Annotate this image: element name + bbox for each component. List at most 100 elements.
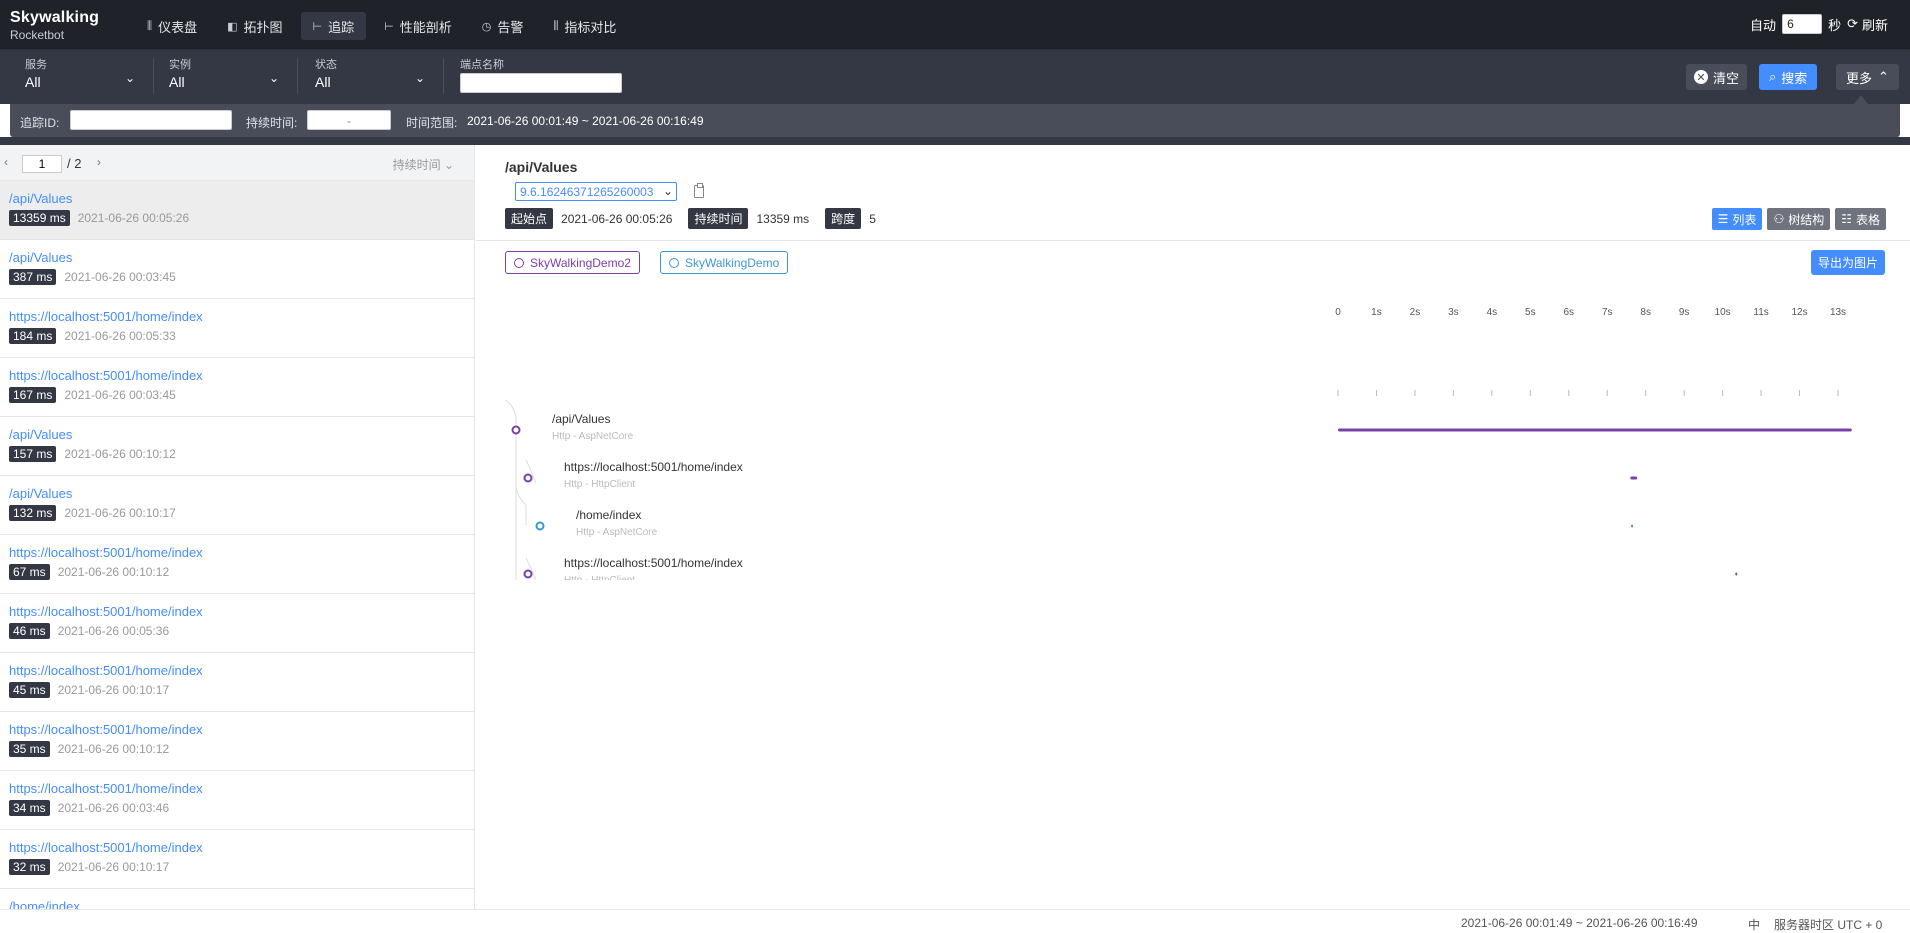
trace-list-item[interactable]: https://localhost:5001/home/index 32 ms 20… xyxy=(0,830,474,889)
span-type: Http - HttpClient xyxy=(564,575,635,580)
trace-timestamp: 2021-06-26 00:05:26 xyxy=(77,211,190,225)
alarm-icon: ◷ xyxy=(481,20,492,33)
timeline-tick-label: 8s xyxy=(1640,307,1651,318)
chevron-down-icon: ⌄ xyxy=(268,71,279,85)
trace-list-item[interactable]: https://localhost:5001/home/index 45 ms 20… xyxy=(0,653,474,712)
trace-id-select[interactable]: 9.6.16246371265260003 ⌄ xyxy=(515,182,677,201)
trace-list-item[interactable]: /api/Values 157 ms 2021-06-26 00:10:12 xyxy=(0,417,474,476)
profile-icon: ⊢ xyxy=(384,20,394,33)
clear-icon: ✕ xyxy=(1694,70,1708,84)
nav-item-5[interactable]: ⫼ 指标对比 xyxy=(541,12,628,40)
refresh-button[interactable]: ⟳ 刷新 xyxy=(1847,15,1888,34)
nav-menu: ⫼ 仪表盘 ◧ 拓扑图 ⊢ 追踪 ⊢ 性能剖析 ◷ 告警 ⫼ 指标对比 xyxy=(135,12,628,40)
trace-endpoint: https://localhost:5001/home/index xyxy=(9,722,203,737)
tree-icon: ⚇ xyxy=(1773,212,1785,226)
more-button[interactable]: 更多 ⌃ xyxy=(1836,64,1899,90)
advanced-filters: 追踪ID: 持续时间: - 时间范围: 2021-06-26 00:01:49 … xyxy=(10,104,1900,137)
trace-title: /api/Values xyxy=(505,159,578,175)
nav-item-0[interactable]: ⫼ 仪表盘 xyxy=(135,12,209,40)
nav-item-3[interactable]: ⊢ 性能剖析 xyxy=(372,12,464,40)
trace-timestamp: 2021-06-26 00:10:12 xyxy=(57,742,170,756)
trace-timestamp: 2021-06-26 00:10:17 xyxy=(57,860,170,874)
list-view-button[interactable]: ☰ 列表 xyxy=(1711,208,1763,230)
next-page-icon[interactable]: › xyxy=(97,155,101,169)
trace-list-item[interactable]: /home/index xyxy=(0,889,474,909)
instance-label: 实例 xyxy=(169,59,191,71)
dashboard-icon: ⫼ xyxy=(147,19,153,32)
status-value: All xyxy=(315,74,331,90)
brand-logo[interactable]: Skywalking Rocketbot xyxy=(10,9,99,42)
trace-duration-badge: 157 ms xyxy=(9,446,57,462)
language-toggle[interactable]: 中 xyxy=(1748,916,1760,933)
sort-select[interactable]: 持续时间 ⌄ xyxy=(393,156,454,173)
trace-id-value: 9.6.16246371265260003 xyxy=(520,185,654,199)
trace-list-item[interactable]: /api/Values 132 ms 2021-06-26 00:10:17 xyxy=(0,476,474,535)
endpoint-input[interactable] xyxy=(460,73,622,93)
trace-meta: 67 ms 2021-06-26 00:10:12 xyxy=(9,564,465,580)
service-legend-demo2[interactable]: SkyWalkingDemo2 xyxy=(505,251,640,274)
timeline-tick-label: 11s xyxy=(1753,307,1768,318)
trace-list-item[interactable]: https://localhost:5001/home/index 184 ms 2… xyxy=(0,299,474,358)
status-select[interactable]: 状态 All ⌄ xyxy=(315,56,425,98)
trace-list-item[interactable]: https://localhost:5001/home/index 34 ms 20… xyxy=(0,771,474,830)
trace-timestamp: 2021-06-26 00:10:17 xyxy=(57,683,170,697)
instance-select[interactable]: 实例 All ⌄ xyxy=(169,56,279,98)
prev-page-icon[interactable]: ‹ xyxy=(4,155,8,169)
span-bar xyxy=(1735,572,1738,576)
service-legend-demo[interactable]: SkyWalkingDemo xyxy=(660,251,789,274)
trace-meta: 起始点 2021-06-26 00:05:26 持续时间 13359 ms 跨度… xyxy=(505,208,876,229)
search-button[interactable]: ⌕ 搜索 xyxy=(1759,64,1818,90)
trace-id-input[interactable] xyxy=(70,110,232,130)
span-type: Http - HttpClient xyxy=(564,479,635,490)
nav-item-4[interactable]: ◷ 告警 xyxy=(470,12,536,40)
nav-item-label: 拓扑图 xyxy=(243,19,283,35)
trace-endpoint: https://localhost:5001/home/index xyxy=(9,545,203,560)
timeline-tick-label: 4s xyxy=(1487,307,1498,318)
trace-list-item[interactable]: /api/Values 387 ms 2021-06-26 00:03:45 xyxy=(0,240,474,299)
trace-meta: 45 ms 2021-06-26 00:10:17 xyxy=(9,682,465,698)
trace-timestamp: 2021-06-26 00:03:45 xyxy=(64,270,176,284)
chevron-down-icon: ⌄ xyxy=(443,158,454,172)
trace-meta: 184 ms 2021-06-26 00:05:33 xyxy=(9,328,465,344)
trace-list-item[interactable]: https://localhost:5001/home/index 167 ms 2… xyxy=(0,358,474,417)
trace-list-item[interactable]: /api/Values 13359 ms 2021-06-26 00:05:26 xyxy=(0,181,474,240)
service-select[interactable]: 服务 All ⌄ xyxy=(25,56,135,98)
timeline-tick-label: 13s xyxy=(1830,307,1846,318)
page-total: / 2 xyxy=(67,156,82,171)
trace-meta: 32 ms 2021-06-26 00:10:17 xyxy=(9,859,465,875)
copy-icon[interactable] xyxy=(694,183,704,198)
chevron-down-icon: ⌄ xyxy=(124,71,135,85)
trace-list: /api/Values 13359 ms 2021-06-26 00:05:26/a… xyxy=(0,181,474,909)
auto-refresh-controls: 自动 秒 ⟳ 刷新 xyxy=(1750,14,1888,34)
span-node-dot xyxy=(523,473,533,483)
trace-endpoint: https://localhost:5001/home/index xyxy=(9,604,203,619)
trace-endpoint: /api/Values xyxy=(9,486,73,501)
trace-list-item[interactable]: https://localhost:5001/home/index 35 ms 20… xyxy=(0,712,474,771)
timeline-tick-label: 3s xyxy=(1448,307,1459,318)
chevron-down-icon: ⌄ xyxy=(662,184,673,198)
trace-list-item[interactable]: https://localhost:5001/home/index 67 ms 20… xyxy=(0,535,474,594)
trace-endpoint: https://localhost:5001/home/index xyxy=(9,309,203,324)
trace-endpoint: /api/Values xyxy=(9,191,73,206)
trace-timestamp: 2021-06-26 00:05:36 xyxy=(57,624,170,638)
nav-item-label: 告警 xyxy=(497,19,524,35)
auto-interval-input[interactable] xyxy=(1782,14,1823,34)
start-value: 2021-06-26 00:05:26 xyxy=(561,211,673,226)
compare-icon: ⫼ xyxy=(553,19,559,32)
trace-timestamp: 2021-06-26 00:10:17 xyxy=(64,506,176,520)
page-input[interactable] xyxy=(22,155,62,173)
duration-tag: 持续时间 xyxy=(688,208,749,229)
span-name: /home/index xyxy=(576,508,641,522)
nav-item-2[interactable]: ⊢ 追踪 xyxy=(300,12,367,40)
trace-detail-pane: /api/Values 9.6.16246371265260003 ⌄ 起始点 … xyxy=(476,145,1910,909)
list-icon: ☰ xyxy=(1717,212,1729,226)
export-image-button[interactable]: 导出为图片 xyxy=(1810,250,1885,275)
service-name: SkyWalkingDemo xyxy=(685,255,780,270)
nav-item-1[interactable]: ◧ 拓扑图 xyxy=(215,12,294,40)
clear-button[interactable]: ✕ 清空 xyxy=(1686,64,1748,90)
trace-list-item[interactable]: https://localhost:5001/home/index 46 ms 20… xyxy=(0,594,474,653)
start-tag: 起始点 xyxy=(505,208,554,229)
filter-bar: 服务 All ⌄ 实例 All ⌄ 状态 All ⌄ 端点名称 xyxy=(0,50,1910,104)
table-view-button[interactable]: ☷ 表格 xyxy=(1835,208,1886,230)
tree-view-button[interactable]: ⚇ 树结构 xyxy=(1767,208,1831,230)
